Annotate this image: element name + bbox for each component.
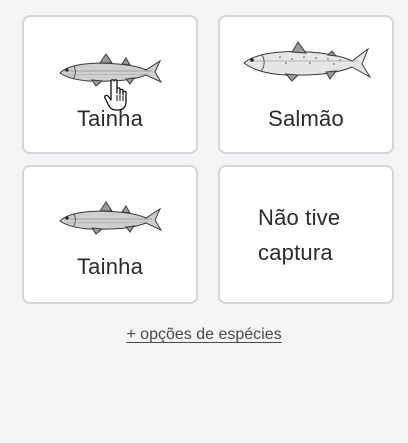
species-label: Tainha (76, 254, 144, 279)
species-card-tainha[interactable]: Tainha (22, 15, 198, 154)
no-catch-label-line2: captura (258, 240, 333, 265)
no-catch-label: Não tive captura (258, 200, 392, 270)
no-catch-label-line1: Não tive (258, 205, 341, 230)
species-selection-page: Tainha Salmão Tainha Não tive captura + … (0, 0, 408, 443)
species-card-salmao[interactable]: Salmão (218, 15, 394, 154)
salmon-fish-icon (243, 41, 372, 82)
mullet-fish-icon (59, 53, 163, 87)
species-label: Salmão (268, 106, 344, 131)
more-species-link[interactable]: + opções de espécies (0, 326, 408, 344)
species-label: Tainha (76, 106, 144, 131)
mullet-fish-icon (59, 201, 163, 235)
species-card-tainha[interactable]: Tainha (22, 165, 198, 304)
no-catch-card[interactable]: Não tive captura (218, 165, 394, 304)
species-grid: Tainha Salmão Tainha Não tive captura (22, 15, 396, 304)
